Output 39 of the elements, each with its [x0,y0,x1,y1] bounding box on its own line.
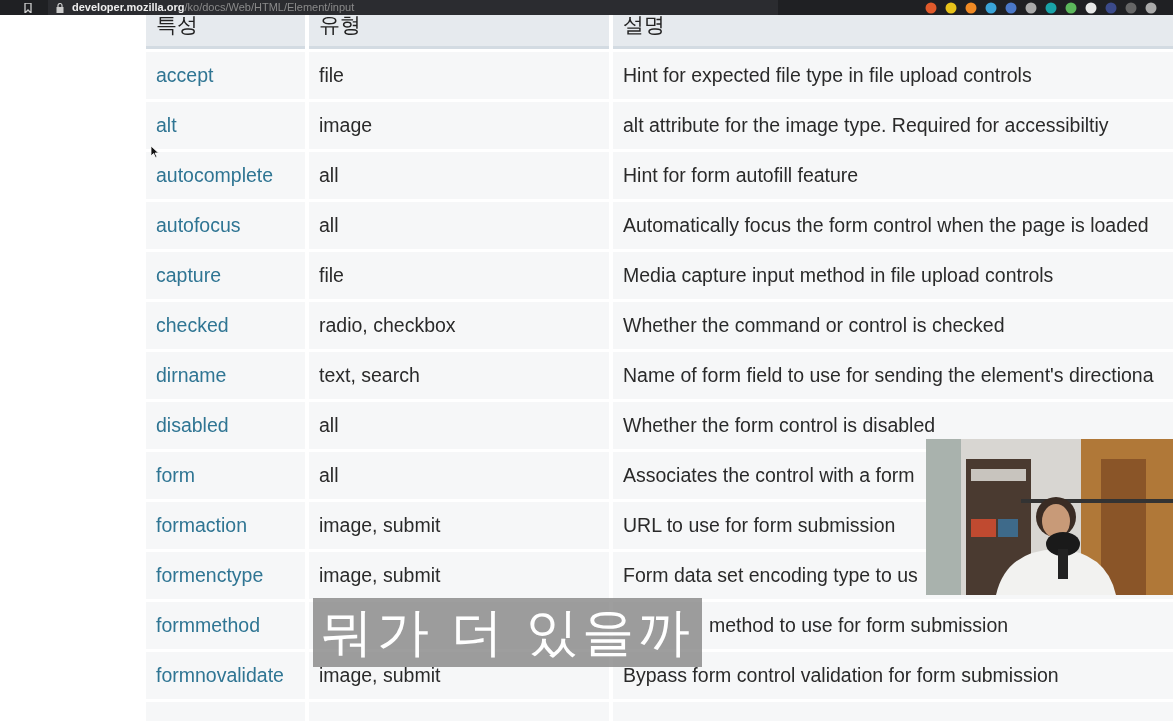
lock-icon [56,2,64,13]
table-cell-text: image, submit [319,512,441,538]
table-cell-text: Hint for expected file type in file upload controls [623,62,1032,88]
table-cell-text: Whether the command or control is checked [623,312,1005,338]
table-cell-text: method to use for form submission [709,612,1009,638]
extension-icon[interactable] [1065,1,1077,14]
extension-icon[interactable] [1025,1,1037,14]
attribute-link[interactable]: form [156,460,195,491]
table-cell-text: Hint for form autofill feature [623,162,859,188]
table-cell-text: all [319,162,339,188]
table-cell-text: all [319,412,339,438]
table-cell-text: Whether the form control is disabled [623,412,936,438]
table-cell-text: Media capture input method in file upload controls [623,262,1054,288]
table-cell-text: image, submit [319,562,441,588]
extension-icon[interactable] [965,1,977,14]
table-cell-text: Associates the control with a form [623,462,915,488]
attribute-link[interactable]: alt [156,110,177,141]
table-cell-text: image [319,112,373,138]
extension-icon[interactable] [1145,1,1157,14]
column-header: 설명 [613,15,1173,49]
table-cell-text: text, search [319,362,420,388]
table-cell-text: file [319,262,344,288]
table-cell-text: Form data set encoding type to us [623,562,918,588]
column-header: 특성 [146,15,305,49]
table-cell-text: alt attribute for the image type. Required for accessibiltiy [623,112,1109,138]
table-cell-text: Automatically focus the form control when the page is loaded [623,212,1149,238]
table-cell-text: radio, checkbox [319,312,456,338]
table-cell-text: all [319,212,339,238]
table-cell-text: all [319,462,339,488]
extension-icon[interactable] [985,1,997,14]
extension-icon[interactable] [945,1,957,14]
table-cell-text: Name of form field to use for sending the element's directiona [623,362,1154,388]
table-cell-text: file [319,62,344,88]
bookmark-icon[interactable] [24,2,32,13]
column-header: 유형 [309,15,609,49]
extension-icon[interactable] [1045,1,1057,14]
subtitle: 뭐가 더 있을까 [313,598,702,667]
table-cell-text: URL to use for form submission [623,512,896,538]
extension-icon[interactable] [1085,1,1097,14]
